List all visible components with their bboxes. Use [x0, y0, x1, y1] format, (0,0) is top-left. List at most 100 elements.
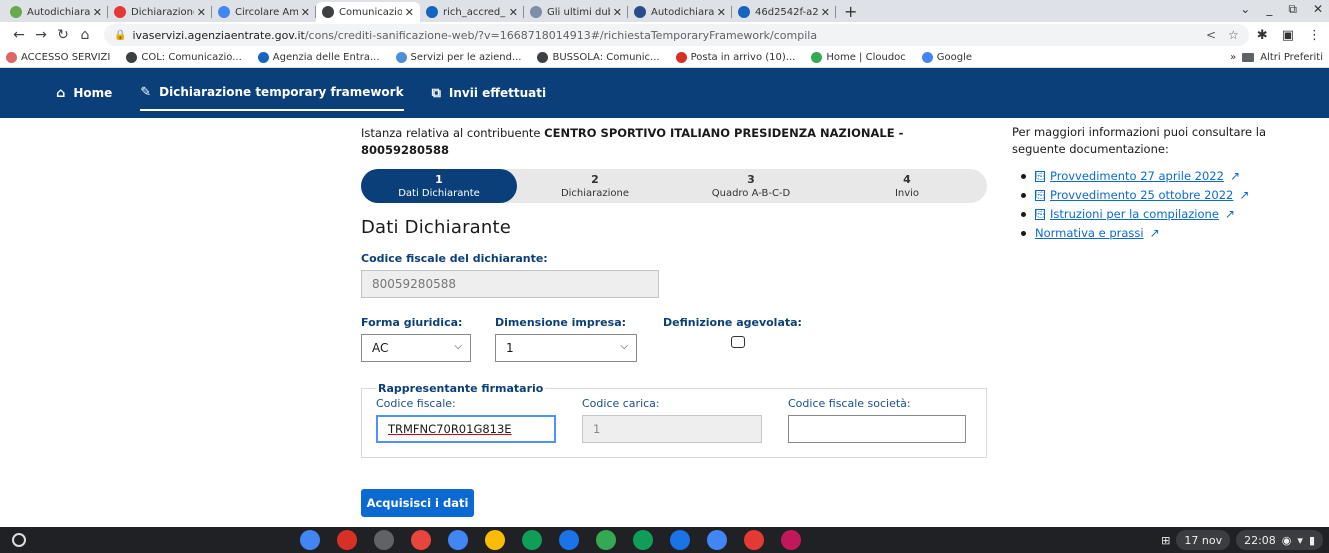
reload-icon[interactable]: ↻ — [52, 27, 74, 43]
lock-icon[interactable]: 🔒 — [114, 30, 126, 41]
app-icon[interactable] — [448, 530, 468, 550]
browser-tab[interactable]: rich_accred_ist✕ — [420, 2, 524, 22]
app-icon[interactable] — [337, 530, 357, 550]
app-icon[interactable] — [707, 530, 727, 550]
browser-tab[interactable]: Gli ultimi dubb✕ — [524, 2, 628, 22]
bookmark-item[interactable]: Google — [921, 52, 972, 63]
forma-row: Forma giuridica: AC ⌵ Dimensione impresa… — [361, 316, 981, 362]
other-bookmarks[interactable]: Altri Preferiti — [1260, 52, 1323, 63]
doc-link[interactable]: Provvedimento 25 ottobre 2022 — [1050, 187, 1233, 204]
external-link-icon[interactable]: ↗ — [1225, 206, 1235, 223]
doc-link[interactable]: Provvedimento 27 aprile 2022 — [1050, 168, 1224, 185]
dimensione-select[interactable]: 1 ⌵ — [495, 334, 637, 362]
doc-link[interactable]: Normativa e prassi — [1035, 225, 1144, 242]
tab-search-icon[interactable]: ⌄ — [1240, 2, 1250, 17]
app-icon[interactable] — [596, 530, 616, 550]
close-tab-icon[interactable]: ✕ — [717, 6, 726, 19]
home-browser-icon[interactable]: ⌂ — [74, 27, 96, 43]
browser-tab[interactable]: Autodichiaraz ✕ — [4, 2, 108, 22]
close-tab-icon[interactable]: ✕ — [821, 6, 830, 19]
carica-label: Codice carica: — [582, 397, 660, 410]
back-icon[interactable]: ← — [8, 27, 30, 43]
tab-title: Gli ultimi dubb — [547, 6, 610, 18]
bookmark-item[interactable]: Home | Cloudoc — [811, 52, 906, 63]
browser-tab[interactable]: Dichiarazione ✕ — [108, 2, 212, 22]
bookmark-item[interactable]: Servizi per le aziend... — [395, 52, 522, 63]
close-tab-icon[interactable]: ✕ — [93, 6, 102, 19]
forma-select[interactable]: AC ⌵ — [361, 334, 471, 362]
external-link-icon[interactable]: ↗ — [1230, 168, 1240, 185]
browser-tab[interactable]: Comunicazion✕ — [316, 2, 420, 22]
screenshot-icon[interactable]: ⊞ — [1161, 534, 1170, 547]
date-pill[interactable]: 17 nov — [1176, 530, 1231, 550]
bookmark-label: Servizi per le aziend... — [410, 52, 522, 63]
close-tab-icon[interactable]: ✕ — [197, 6, 206, 19]
bookmark-item[interactable]: BUSSOLA: Comunic... — [537, 52, 660, 63]
app-icon[interactable] — [411, 530, 431, 550]
bookmark-favicon-icon — [675, 52, 687, 63]
menu-kebab-icon[interactable]: ⋮ — [1308, 28, 1321, 43]
restore-icon[interactable]: ⧉ — [1288, 2, 1297, 17]
tab-favicon-icon — [218, 6, 230, 18]
launcher-icon[interactable] — [12, 533, 26, 547]
doc-link[interactable]: Istruzioni per la compilazione — [1050, 206, 1219, 223]
app-icon[interactable] — [670, 530, 690, 550]
battery-icon: ▮ — [1308, 533, 1315, 547]
app-icon[interactable] — [300, 530, 320, 550]
close-window-icon[interactable]: ✕ — [1313, 2, 1323, 17]
documentation-panel: Per maggiori informazioni puoi consultar… — [1012, 124, 1322, 244]
close-tab-icon[interactable]: ✕ — [405, 6, 414, 19]
side-panel-icon[interactable]: ▣ — [1282, 28, 1294, 43]
close-tab-icon[interactable]: ✕ — [509, 6, 518, 19]
bookmark-label: COL: Comunicazio... — [141, 52, 242, 63]
close-tab-icon[interactable]: ✕ — [613, 6, 622, 19]
forward-icon[interactable]: → — [30, 27, 52, 43]
app-icon[interactable] — [522, 530, 542, 550]
bookmarks-more[interactable]: » — [1230, 52, 1236, 63]
app-icon[interactable] — [485, 530, 505, 550]
step-label: Dati Dichiarante — [398, 188, 480, 199]
extensions-icon[interactable]: ✱ — [1257, 28, 1268, 43]
nav-invii[interactable]: ⧉ Invii effettuati — [432, 68, 547, 118]
app-icon[interactable] — [633, 530, 653, 550]
app-icon[interactable] — [781, 530, 801, 550]
cf-societa-input[interactable] — [788, 415, 966, 443]
close-tab-icon[interactable]: ✕ — [301, 6, 310, 19]
bookmark-item[interactable]: COL: Comunicazio... — [126, 52, 242, 63]
doc-link-item: ⎘ Provvedimento 27 aprile 2022 ↗ — [1012, 168, 1322, 185]
cf-dichiarante-input[interactable]: 80059280588 — [361, 270, 659, 298]
cf-rapp-input[interactable]: TRMFNC70R01G813E — [376, 415, 556, 443]
new-tab-button[interactable]: + — [836, 2, 865, 22]
carica-input[interactable]: 1 — [582, 415, 762, 443]
app-icon[interactable] — [559, 530, 579, 550]
agevolata-checkbox[interactable] — [731, 336, 745, 348]
cf-rapp-value: TRMFNC70R01G813E — [388, 422, 512, 436]
browser-tab[interactable]: 46d2542f-a2b✕ — [732, 2, 836, 22]
app-icon[interactable] — [744, 530, 764, 550]
bookmark-item[interactable]: Agenzia delle Entra... — [257, 52, 380, 63]
bullet — [1021, 212, 1026, 217]
browser-tab[interactable]: Autodichiaraz ✕ — [628, 2, 732, 22]
app-icon[interactable] — [374, 530, 394, 550]
tab-favicon-icon — [114, 6, 126, 18]
status-pill[interactable]: 22:08 ◉ ▾ ▮ — [1236, 530, 1323, 550]
step-3[interactable]: 3 Quadro A-B-C-D — [673, 169, 829, 203]
bookmark-item[interactable]: ACCESSO SERVIZI — [6, 52, 110, 63]
acquisisci-button[interactable]: Acquisisci i dati — [361, 489, 474, 517]
external-link-icon[interactable]: ↗ — [1239, 187, 1249, 204]
step-4[interactable]: 4 Invio — [829, 169, 985, 203]
nav-home[interactable]: ⌂ Home — [56, 68, 112, 118]
url-field[interactable]: 🔒 ivaservizi.agenziaentrate.gov.it/cons/… — [104, 24, 1249, 46]
share-icon[interactable]: < — [1206, 28, 1216, 42]
external-link-icon[interactable]: ↗ — [1150, 225, 1160, 242]
browser-tab[interactable]: Circolare Amm✕ — [212, 2, 316, 22]
bullet — [1021, 174, 1026, 179]
nav-dichiarazione[interactable]: ✎ Dichiarazione temporary framework — [140, 75, 404, 111]
step-2[interactable]: 2 Dichiarazione — [517, 169, 673, 203]
bookmark-label: Agenzia delle Entra... — [272, 52, 380, 63]
url-path: /cons/crediti-sanificazione-web/?v=16687… — [304, 28, 818, 42]
bookmark-star-icon[interactable]: ☆ — [1228, 28, 1239, 42]
minimize-icon[interactable]: _ — [1266, 2, 1272, 17]
bookmark-item[interactable]: Posta in arrivo (10)... — [675, 52, 795, 63]
step-1[interactable]: 1 Dati Dichiarante — [361, 169, 517, 203]
